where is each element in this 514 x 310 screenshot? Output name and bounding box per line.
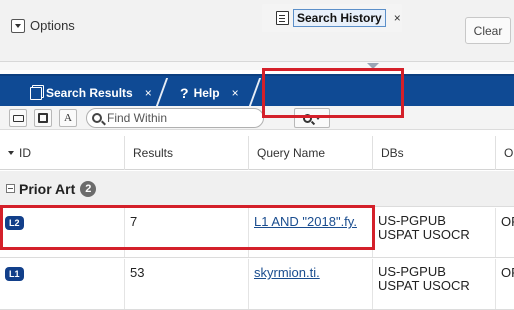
options-toggle[interactable]: Options <box>11 18 75 33</box>
panel-splitter[interactable] <box>0 62 514 70</box>
tab-label: Help <box>193 86 220 100</box>
id-cell: L1 <box>0 259 125 309</box>
table-row[interactable]: L2 7 L1 AND "2018".fy. US-PGPUB USPAT US… <box>0 208 514 258</box>
query-cell: L1 AND "2018".fy. <box>249 208 373 257</box>
column-header-dbs[interactable]: DBs <box>373 136 496 170</box>
toolbar: A <box>0 106 514 130</box>
column-label: Op <box>504 146 514 160</box>
query-cell: skyrmion.ti. <box>249 259 373 309</box>
chevron-down-icon <box>315 116 321 120</box>
op-cell: OR <box>501 214 514 229</box>
grid-header: ID Results Query Name DBs Op <box>0 136 514 170</box>
close-icon[interactable]: × <box>394 11 401 25</box>
tab-search-results[interactable]: Search Results × <box>30 80 152 106</box>
dbs-line: USPAT USOCR <box>378 227 470 242</box>
tab-help[interactable]: ? Help × <box>180 80 239 106</box>
dbs-line: US-PGPUB <box>378 213 446 228</box>
id-badge: L2 <box>5 216 24 230</box>
results-cell: 53 <box>125 259 249 309</box>
tab-label: Search History <box>293 9 386 27</box>
collapse-icon[interactable] <box>6 184 15 193</box>
id-badge: L1 <box>5 267 24 281</box>
help-icon: ? <box>180 85 189 101</box>
find-within-input[interactable] <box>107 111 257 125</box>
tab-label: Search Results <box>46 86 133 100</box>
chevron-down-icon <box>11 18 25 33</box>
column-label: DBs <box>381 146 404 160</box>
dbs-cell: US-PGPUB USPAT USOCR <box>373 259 496 309</box>
history-document-icon <box>276 11 289 25</box>
group-row-prior-art[interactable]: Prior Art 2 <box>0 171 514 207</box>
dbs-cell: US-PGPUB USPAT USOCR <box>373 208 496 257</box>
sort-descending-icon <box>8 151 14 155</box>
documents-icon <box>30 86 42 100</box>
column-header-id[interactable]: ID <box>0 136 125 170</box>
group-count-badge: 2 <box>80 180 97 197</box>
tab-search-history[interactable]: Search History × <box>262 4 402 32</box>
clear-button[interactable]: Clear <box>465 17 511 44</box>
column-label: ID <box>19 146 31 160</box>
tab-divider <box>156 76 168 106</box>
column-label: Query Name <box>257 146 326 160</box>
query-link[interactable]: skyrmion.ti. <box>254 265 320 280</box>
options-panel: Options Clear <box>0 0 514 62</box>
dbs-line: USPAT USOCR <box>378 278 470 293</box>
search-icon <box>92 113 102 123</box>
search-dropdown-button[interactable] <box>294 108 330 128</box>
font-size-icon[interactable]: A <box>59 109 77 127</box>
find-within-field[interactable] <box>86 108 264 128</box>
table-row[interactable]: L1 53 skyrmion.ti. US-PGPUB USPAT USOCR … <box>0 259 514 310</box>
column-label: Results <box>133 146 174 160</box>
close-icon[interactable]: × <box>145 86 152 100</box>
results-cell: 7 <box>125 208 249 257</box>
close-icon[interactable]: × <box>232 86 239 100</box>
group-name: Prior Art <box>19 180 76 197</box>
tab-strip: Search Results × ? Help × <box>0 74 514 106</box>
save-icon[interactable] <box>34 109 52 127</box>
magnifier-icon <box>303 113 312 123</box>
tab-divider <box>249 76 261 106</box>
query-link[interactable]: L1 AND "2018".fy. <box>254 214 357 229</box>
splitter-grip-icon[interactable] <box>367 63 379 69</box>
print-icon[interactable] <box>9 109 27 127</box>
options-label: Options <box>30 18 75 33</box>
column-header-op[interactable]: Op <box>496 136 514 170</box>
dbs-line: US-PGPUB <box>378 264 446 279</box>
column-header-query-name[interactable]: Query Name <box>249 136 373 170</box>
id-cell: L2 <box>0 208 125 257</box>
op-cell: OR <box>501 265 514 280</box>
column-header-results[interactable]: Results <box>125 136 249 170</box>
